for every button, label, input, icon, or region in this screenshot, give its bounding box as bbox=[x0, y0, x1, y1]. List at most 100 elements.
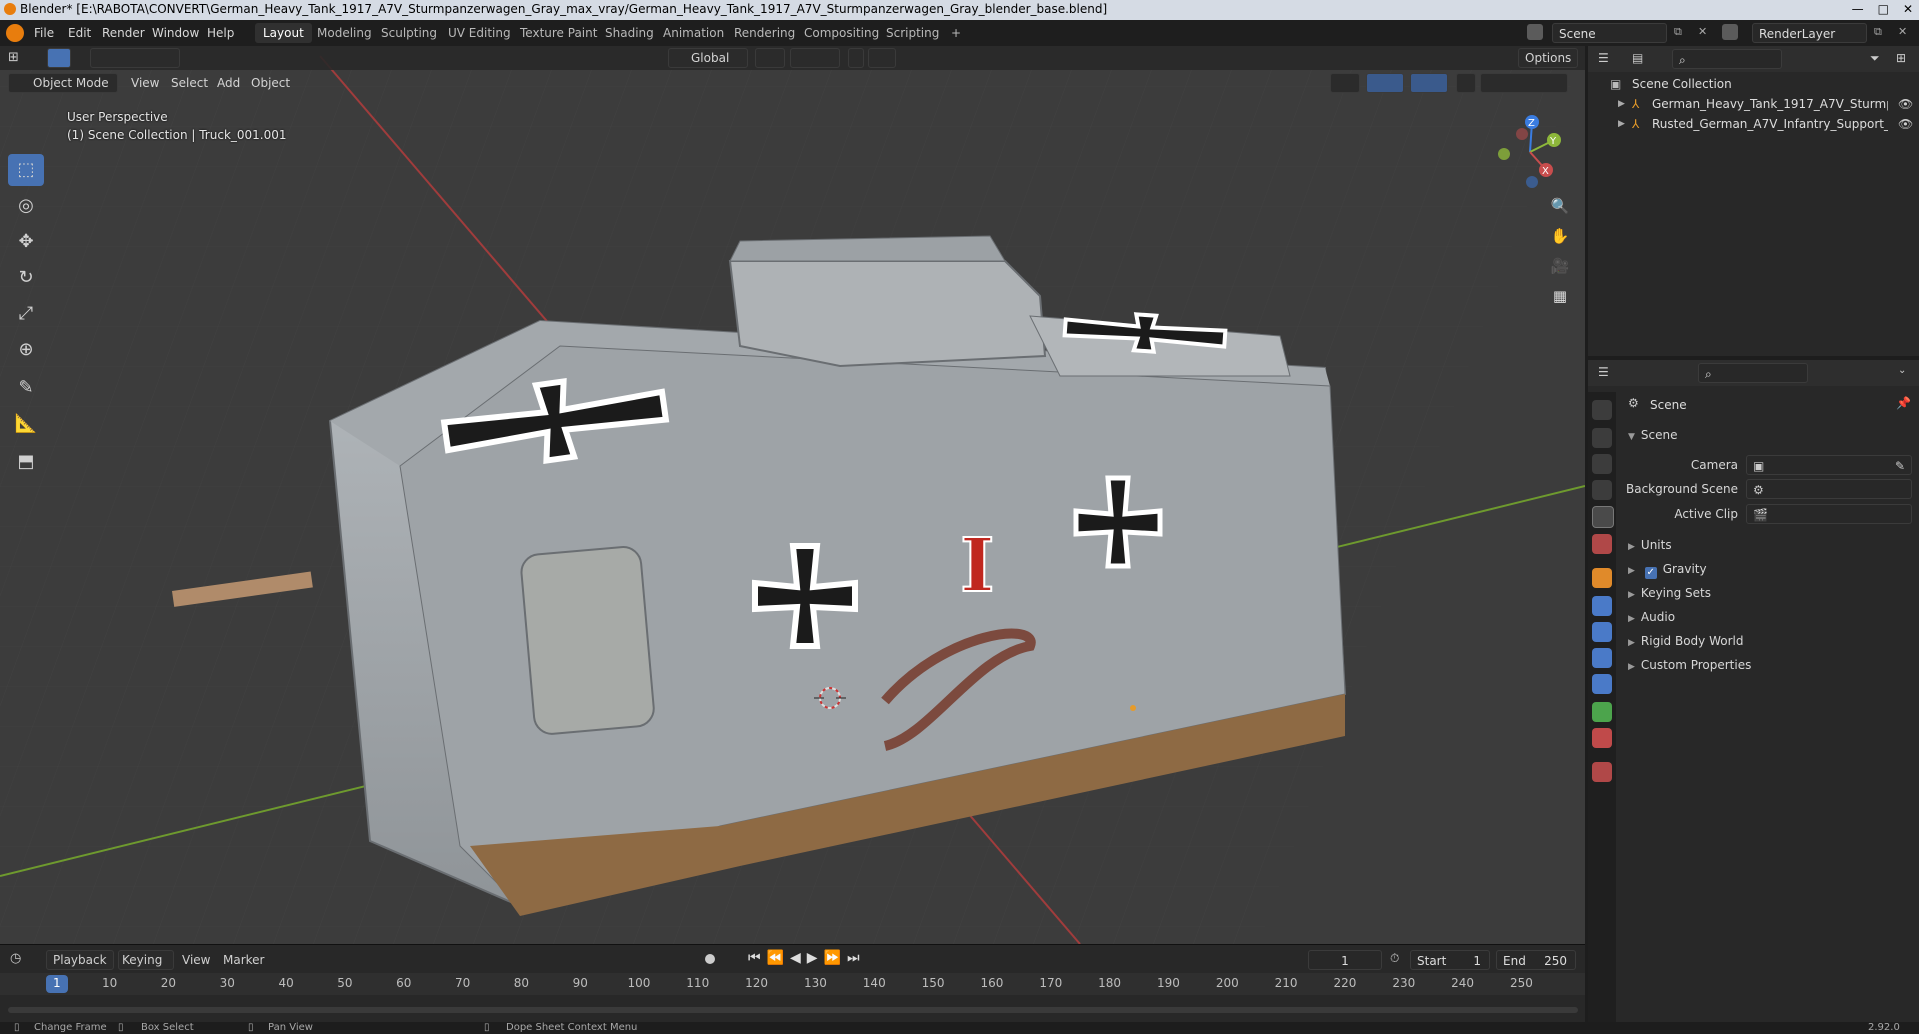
menu-render[interactable]: Render bbox=[102, 26, 145, 40]
keying-sets-panel-header[interactable]: ▶ Keying Sets bbox=[1628, 586, 1711, 600]
rigid-body-world-panel-header[interactable]: ▶ Rigid Body World bbox=[1628, 634, 1743, 648]
texture-tab-icon[interactable] bbox=[1592, 762, 1612, 782]
playback-controls[interactable]: ⏮⏪◀▶⏩⏭ bbox=[748, 950, 866, 966]
frame-ruler[interactable]: 1 10 20 30 40 50 60 70 80 90 100 110 120 130 140 150 160… bbox=[0, 973, 1585, 995]
object-tab-icon[interactable] bbox=[1592, 568, 1612, 588]
minimize-button[interactable]: — bbox=[1852, 2, 1864, 16]
eyedropper-icon[interactable]: ✎ bbox=[1895, 456, 1905, 476]
filter-icon[interactable]: ⏷ bbox=[1870, 51, 1880, 66]
custom-properties-panel-header[interactable]: ▶ Custom Properties bbox=[1628, 658, 1751, 672]
scene-panel-header[interactable]: ▼ Scene bbox=[1628, 428, 1678, 442]
select-tool-icon[interactable] bbox=[47, 48, 71, 68]
properties-options-icon[interactable]: ⌄ bbox=[1898, 365, 1906, 376]
snapping-dropdown[interactable] bbox=[790, 48, 840, 68]
outliner-editor-type-icon[interactable]: ☰ bbox=[1598, 51, 1609, 65]
visibility-eye-icon[interactable]: 👁 bbox=[1898, 94, 1913, 114]
constraints-tab-icon[interactable] bbox=[1592, 674, 1612, 694]
gizmo-toggle[interactable] bbox=[1366, 73, 1404, 93]
particles-tab-icon[interactable] bbox=[1592, 622, 1612, 642]
pivot-dropdown[interactable] bbox=[755, 48, 785, 68]
menu-add[interactable]: Add bbox=[217, 76, 240, 90]
shading-mode-buttons[interactable] bbox=[1480, 73, 1568, 93]
renderlayer-field[interactable]: RenderLayer bbox=[1752, 23, 1867, 43]
orientation-dropdown[interactable]: Global bbox=[668, 48, 748, 68]
keying-dropdown[interactable]: Keying bbox=[118, 950, 174, 970]
tab-shading[interactable]: Shading bbox=[597, 23, 662, 43]
tab-compositing[interactable]: Compositing bbox=[796, 23, 887, 43]
select-box-tool[interactable]: ⬚ bbox=[8, 154, 44, 186]
physics-tab-icon[interactable] bbox=[1592, 648, 1612, 668]
delete-renderlayer-icon[interactable]: ✕ bbox=[1898, 25, 1907, 38]
add-cube-tool[interactable]: ⬒ bbox=[8, 446, 44, 478]
expand-arrow-icon[interactable]: ▶ bbox=[1618, 114, 1625, 134]
delete-scene-icon[interactable]: ✕ bbox=[1698, 25, 1707, 38]
display-mode-icon[interactable]: ▤ bbox=[1632, 51, 1643, 65]
audio-panel-header[interactable]: ▶ Audio bbox=[1628, 610, 1675, 624]
outliner-row-scene-collection[interactable]: ▣ Scene Collection bbox=[1588, 74, 1919, 94]
preview-range-icon[interactable]: ⏱ bbox=[1390, 951, 1399, 966]
mode-dropdown[interactable]: Object Mode bbox=[8, 73, 118, 93]
tab-uv-editing[interactable]: UV Editing bbox=[440, 23, 519, 43]
camera-field[interactable]: ▣ ✎ bbox=[1746, 455, 1912, 475]
properties-editor-type-icon[interactable]: ☰ bbox=[1598, 365, 1609, 379]
record-keyframe-button[interactable] bbox=[705, 954, 715, 964]
menu-window[interactable]: Window bbox=[152, 26, 199, 40]
proportional-edit-toggle[interactable] bbox=[848, 48, 864, 68]
outliner-row-object[interactable]: ▶ ⅄ German_Heavy_Tank_1917_A7V_Sturmpan:… bbox=[1588, 94, 1919, 114]
new-scene-icon[interactable]: ⧉ bbox=[1674, 25, 1682, 39]
annotate-tool[interactable]: ✎ bbox=[8, 372, 44, 404]
output-tab-icon[interactable] bbox=[1592, 454, 1612, 474]
gravity-checkbox[interactable]: ✓ bbox=[1644, 567, 1657, 579]
blender-menu-icon[interactable] bbox=[6, 24, 24, 42]
menu-file[interactable]: File bbox=[34, 26, 54, 40]
menu-select[interactable]: Select bbox=[171, 76, 208, 90]
pin-icon[interactable]: 📌 bbox=[1896, 396, 1911, 410]
playback-dropdown[interactable]: Playback bbox=[46, 950, 114, 970]
close-button[interactable]: ✕ bbox=[1903, 2, 1913, 16]
menu-edit[interactable]: Edit bbox=[68, 26, 91, 40]
tab-rendering[interactable]: Rendering bbox=[726, 23, 803, 43]
selection-mode-buttons[interactable] bbox=[90, 48, 180, 68]
tab-texture-paint[interactable]: Texture Paint bbox=[512, 23, 605, 43]
tab-scripting[interactable]: Scripting bbox=[878, 23, 947, 43]
scene-tab-icon[interactable] bbox=[1592, 506, 1614, 528]
visibility-dropdown[interactable] bbox=[1330, 73, 1360, 93]
timeline-menu-view[interactable]: View bbox=[182, 953, 210, 967]
navigation-gizmo[interactable]: Z Y X bbox=[1490, 112, 1570, 192]
tab-modeling[interactable]: Modeling bbox=[309, 23, 380, 43]
move-tool[interactable]: ✥ bbox=[8, 226, 44, 258]
menu-help[interactable]: Help bbox=[207, 26, 234, 40]
timeline-menu-marker[interactable]: Marker bbox=[223, 953, 264, 967]
maximize-button[interactable]: □ bbox=[1878, 2, 1889, 16]
world-tab-icon[interactable] bbox=[1592, 534, 1612, 554]
measure-tool[interactable]: 📐 bbox=[8, 408, 44, 440]
cursor-tool[interactable]: ◎ bbox=[8, 190, 44, 222]
expand-arrow-icon[interactable]: ▶ bbox=[1618, 94, 1625, 114]
active-clip-field[interactable]: 🎬 bbox=[1746, 504, 1912, 524]
view-layer-tab-icon[interactable] bbox=[1592, 480, 1612, 500]
editor-type-icon[interactable]: ⊞ bbox=[8, 50, 26, 66]
render-tab-icon[interactable] bbox=[1592, 428, 1612, 448]
start-frame-field[interactable]: Start 1 bbox=[1410, 950, 1490, 970]
properties-search-input[interactable]: ⌕ bbox=[1698, 363, 1808, 383]
outliner-search-input[interactable]: ⌕ bbox=[1672, 49, 1782, 69]
tab-layout[interactable]: Layout bbox=[255, 23, 312, 43]
pan-hand-icon[interactable]: ✋ bbox=[1546, 222, 1574, 250]
current-frame-field[interactable]: 1 bbox=[1308, 950, 1382, 970]
tab-animation[interactable]: Animation bbox=[655, 23, 732, 43]
timeline-editor-type-icon[interactable]: ◷ bbox=[10, 951, 21, 966]
units-panel-header[interactable]: ▶ Units bbox=[1628, 538, 1672, 552]
new-collection-icon[interactable]: ⊞ bbox=[1896, 51, 1906, 65]
tab-sculpting[interactable]: Sculpting bbox=[373, 23, 445, 43]
outliner-row-object[interactable]: ▶ ⅄ Rusted_German_A7V_Infantry_Support_T… bbox=[1588, 114, 1919, 134]
material-tab-icon[interactable] bbox=[1592, 728, 1612, 748]
3d-viewport[interactable]: I ⊞ Global Options Object Mode View Sele… bbox=[0, 46, 1585, 944]
scale-tool[interactable]: ⤢ bbox=[8, 298, 44, 330]
menu-object[interactable]: Object bbox=[251, 76, 290, 90]
rotate-tool[interactable]: ↻ bbox=[8, 262, 44, 294]
renderlayer-icon[interactable] bbox=[1722, 24, 1738, 40]
new-renderlayer-icon[interactable]: ⧉ bbox=[1874, 25, 1882, 39]
options-dropdown[interactable]: Options bbox=[1518, 48, 1578, 68]
data-tab-icon[interactable] bbox=[1592, 702, 1612, 722]
scene-selector-icon[interactable] bbox=[1527, 24, 1543, 40]
